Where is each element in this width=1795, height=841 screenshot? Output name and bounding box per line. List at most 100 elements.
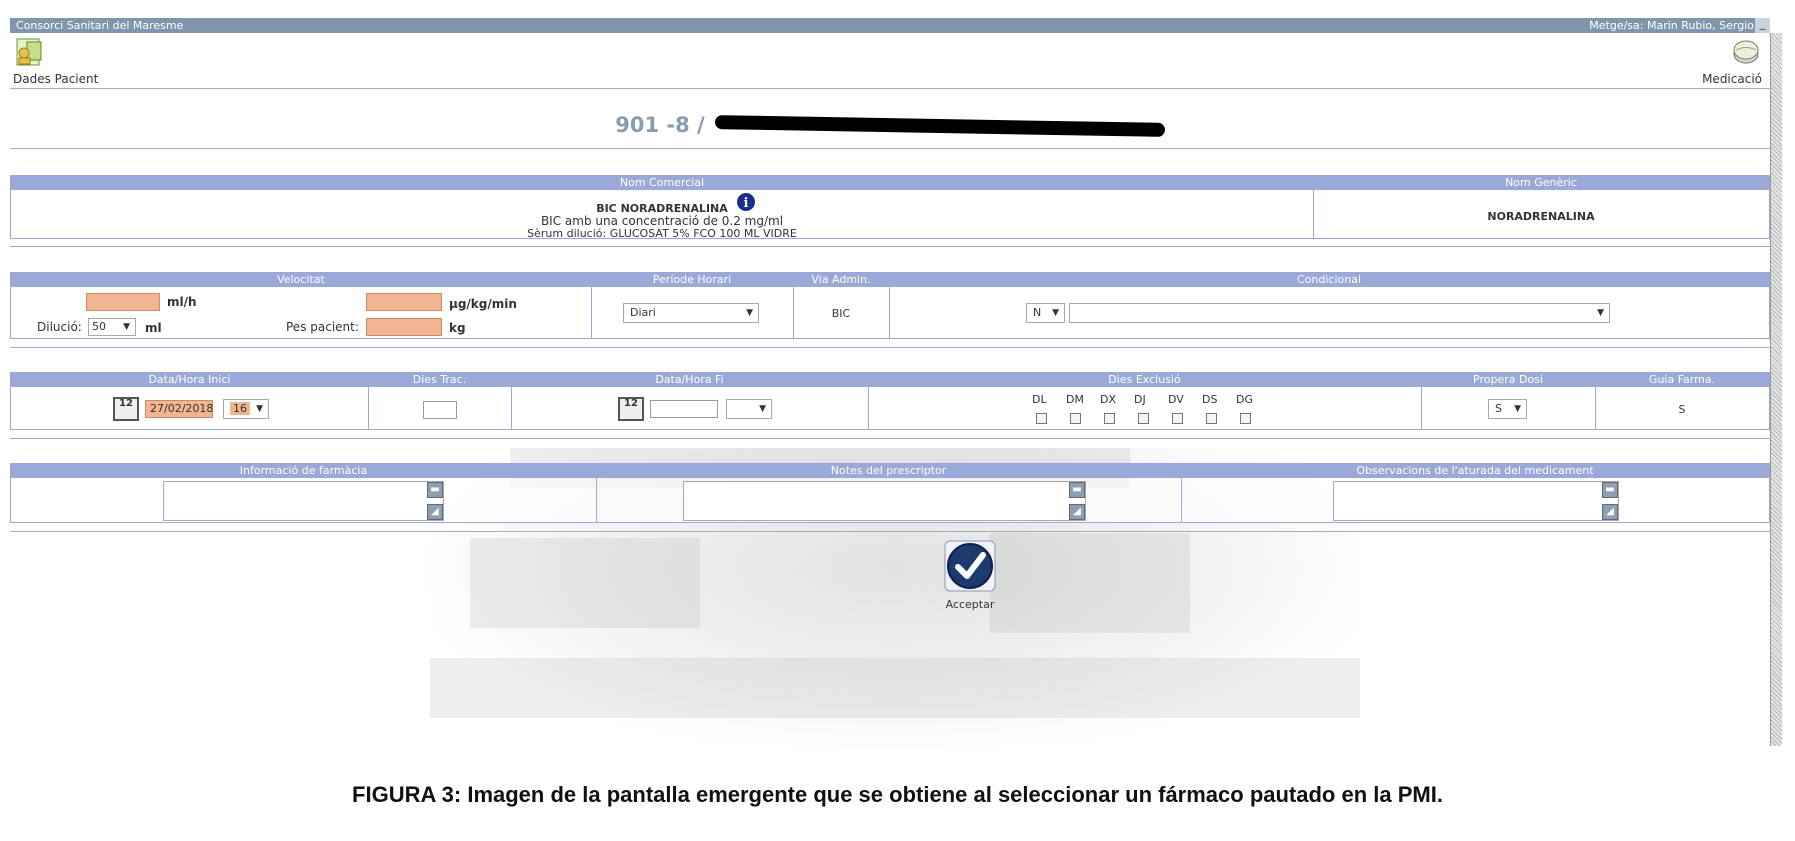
chevron-down-icon: ▼ — [256, 404, 263, 414]
chevron-down-icon: ▼ — [1052, 308, 1059, 318]
header-pharmacy-info: Informació de farmàcia — [11, 464, 596, 478]
info-icon[interactable]: i — [736, 192, 756, 212]
exclude-dg-checkbox[interactable] — [1240, 413, 1251, 424]
app-title: Consorci Sanitari del Maresme — [16, 19, 184, 32]
header-pharma-guide: Guia Farma. — [1595, 373, 1769, 387]
conditional-select[interactable]: N ▼ — [1026, 303, 1065, 323]
day-label-dx: DX — [1100, 393, 1117, 406]
generic-name: NORADRENALINA — [1487, 210, 1595, 223]
dose-ugkgmin-input[interactable] — [366, 293, 442, 311]
title-bar: Consorci Sanitari del Maresme Metge/sa: … — [10, 18, 1770, 33]
start-date-input[interactable]: 27/02/2018 — [145, 400, 213, 418]
weight-unit: kg — [449, 321, 466, 335]
exclude-dj-checkbox[interactable] — [1138, 413, 1149, 424]
day-label-ds: DS — [1202, 393, 1218, 406]
header-route: Via Admin. — [793, 273, 889, 287]
day-label-dl: DL — [1032, 393, 1047, 406]
patient-data-icon — [16, 38, 42, 66]
treatment-days-input[interactable] — [423, 401, 457, 419]
start-hour-value: 16 — [230, 402, 250, 415]
calendar-start-icon[interactable]: 12 — [113, 397, 139, 421]
pharmacy-info-textarea[interactable]: ▬ ◢ — [163, 481, 444, 521]
chevron-down-icon: ▼ — [746, 308, 753, 318]
redacted-name — [714, 115, 1165, 137]
next-dose-select[interactable]: S ▼ — [1488, 399, 1527, 419]
concentration-text: BIC amb una concentració de 0.2 mg/ml — [540, 214, 784, 228]
svg-text:i: i — [744, 196, 749, 211]
dilution-serum-text: Sèrum dilució: GLUCOSAT 5% FCO 100 ML VI… — [527, 227, 797, 240]
dilution-label: Dilució: — [37, 320, 82, 334]
stop-observations-textarea[interactable]: ▬ ◢ — [1333, 481, 1619, 521]
scroll-up-icon[interactable]: ▬ — [427, 482, 443, 498]
patient-data-label: Dades Pacient — [13, 72, 99, 86]
start-hour-select[interactable]: 16 ▼ — [223, 399, 269, 419]
header-prescriber-notes: Notes del prescriptor — [596, 464, 1181, 478]
accept-label: Acceptar — [945, 598, 995, 611]
calendar-end-icon[interactable]: 12 — [618, 397, 644, 421]
schedule-select[interactable]: Diari ▼ — [623, 303, 759, 323]
scroll-down-icon[interactable]: ◢ — [427, 504, 443, 520]
chevron-down-icon: ▼ — [1597, 308, 1604, 318]
chevron-down-icon: ▼ — [123, 322, 130, 332]
patient-id: 901 -8 / — [615, 113, 705, 137]
scroll-up-icon[interactable]: ▬ — [1069, 482, 1085, 498]
schedule-value: Diari — [630, 306, 656, 319]
divider — [10, 88, 1770, 89]
pill-icon — [1733, 40, 1759, 64]
divider — [10, 148, 1770, 149]
scroll-down-icon[interactable]: ◢ — [1069, 504, 1085, 520]
weight-label: Pes pacient: — [286, 320, 359, 334]
scroll-down-icon[interactable]: ◢ — [1602, 504, 1618, 520]
exclude-ds-checkbox[interactable] — [1206, 413, 1217, 424]
exclude-dm-checkbox[interactable] — [1070, 413, 1081, 424]
accept-button[interactable]: Acceptar — [935, 540, 1005, 611]
day-label-dj: DJ — [1134, 393, 1146, 406]
prescriber-notes-textarea[interactable]: ▬ ◢ — [683, 481, 1086, 521]
next-dose-value: S — [1495, 402, 1502, 415]
dilution-select[interactable]: 50 ▼ — [88, 318, 136, 336]
header-generic-name: Nom Genèric — [1313, 176, 1769, 190]
pharma-guide-value: S — [1678, 403, 1686, 416]
end-hour-select[interactable]: ▼ — [726, 399, 772, 419]
header-schedule: Període Horari — [591, 273, 793, 287]
header-excluded-days: Dies Exclusió — [868, 373, 1421, 387]
header-stop-observations: Observacions de l'aturada del medicament — [1181, 464, 1769, 478]
figure-caption: FIGURA 3: Imagen de la pantalla emergent… — [352, 782, 1443, 807]
rate-mlh-input[interactable] — [86, 293, 160, 311]
app-window: Consorci Sanitari del Maresme Metge/sa: … — [10, 18, 1782, 746]
exclude-dl-checkbox[interactable] — [1036, 413, 1047, 424]
header-velocity: Velocitat — [11, 273, 591, 287]
divider — [10, 347, 1770, 348]
day-label-dv: DV — [1168, 393, 1184, 406]
header-commercial-name: Nom Comercial — [11, 176, 1313, 190]
day-label-dg: DG — [1236, 393, 1253, 406]
divider — [10, 246, 1770, 247]
header-start-date: Data/Hora Inici — [11, 373, 368, 387]
user-label: Metge/sa: Marin Rubio, Sergio — [1589, 19, 1754, 32]
minimize-button[interactable]: _ — [1755, 18, 1770, 33]
dilution-unit: ml — [145, 321, 162, 335]
patient-data-button[interactable]: Dades Pacient — [13, 36, 98, 86]
header-treatment-days: Dies Trac. — [368, 373, 511, 387]
chevron-down-icon: ▼ — [759, 404, 766, 414]
conditional-value: N — [1033, 306, 1042, 319]
end-date-input[interactable] — [650, 400, 718, 418]
header-next-dose: Propera Dosi — [1421, 373, 1595, 387]
calendar-glyph: 12 — [119, 398, 133, 409]
drug-panel: Nom Comercial Nom Genèric BIC NORADRENAL… — [10, 175, 1770, 240]
vertical-scrollbar[interactable] — [1770, 33, 1782, 746]
patient-title: 901 -8 / — [10, 113, 1770, 137]
divider — [10, 531, 1770, 532]
calendar-glyph: 12 — [624, 398, 638, 409]
exclude-dv-checkbox[interactable] — [1172, 413, 1183, 424]
conditional-detail-select[interactable]: ▼ — [1069, 303, 1610, 323]
scroll-up-icon[interactable]: ▬ — [1602, 482, 1618, 498]
weight-input[interactable] — [366, 318, 442, 336]
divider — [10, 438, 1770, 439]
checkmark-icon — [944, 540, 996, 592]
day-label-dm: DM — [1066, 393, 1084, 406]
dilution-value: 50 — [92, 320, 106, 333]
medication-button[interactable]: Medicació — [1702, 36, 1762, 86]
route-value: BIC — [831, 307, 851, 320]
exclude-dx-checkbox[interactable] — [1104, 413, 1115, 424]
